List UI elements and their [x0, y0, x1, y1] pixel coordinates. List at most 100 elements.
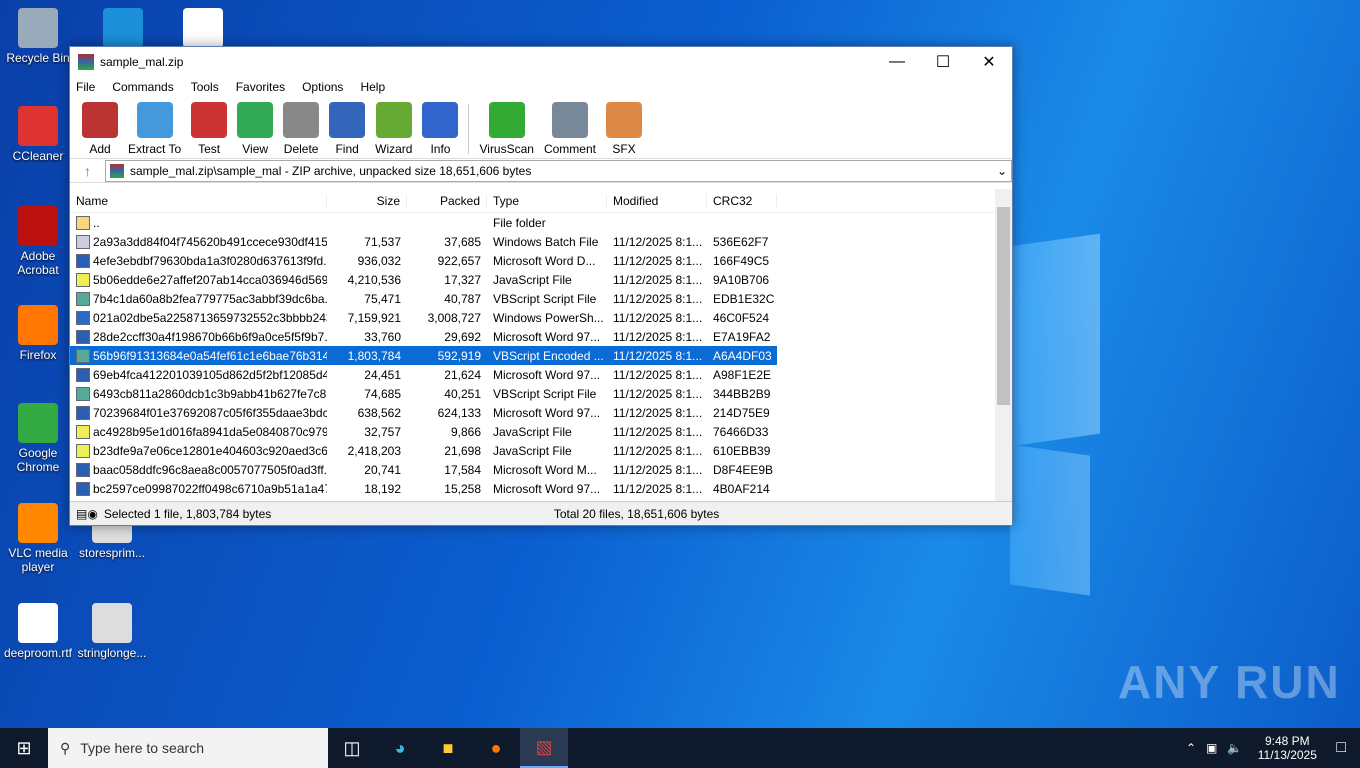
- cell-packed: 624,133: [407, 406, 487, 420]
- info-button[interactable]: Info: [422, 102, 458, 158]
- cell-crc32: 46C0F524: [707, 311, 777, 325]
- toolbar-label: View: [242, 142, 268, 156]
- minimize-button[interactable]: —: [874, 53, 920, 71]
- cell-packed: 592,919: [407, 349, 487, 363]
- cell-type: JavaScript File: [487, 425, 607, 439]
- add-button[interactable]: Add: [82, 102, 118, 158]
- file-row[interactable]: 56b96f91313684e0a54fef61c1e6bae76b314...…: [70, 346, 777, 365]
- file-row[interactable]: 4efe3ebdbf79630bda1a3f0280d637613f9fd...…: [70, 251, 1012, 270]
- cell-text: 936,032: [358, 254, 401, 268]
- scrollbar-thumb[interactable]: [997, 207, 1010, 405]
- comment-button[interactable]: Comment: [544, 102, 596, 158]
- wizard-button[interactable]: Wizard: [375, 102, 412, 158]
- file-row[interactable]: 28de2ccff30a4f198670b66b6f9a0ce5f5f9b7..…: [70, 327, 1012, 346]
- file-row[interactable]: 69eb4fca412201039105d862d5f2bf12085d4...…: [70, 365, 1012, 384]
- column-header-modified[interactable]: Modified: [607, 194, 707, 208]
- file-row[interactable]: 6493cb811a2860dcb1c3b9abb41b627fe7c8...7…: [70, 384, 1012, 403]
- column-header-name[interactable]: Name: [70, 194, 327, 208]
- close-button[interactable]: ✕: [966, 52, 1012, 72]
- menu-favorites[interactable]: Favorites: [236, 80, 285, 94]
- find-button[interactable]: Find: [329, 102, 365, 158]
- column-header-type[interactable]: Type: [487, 194, 607, 208]
- desktop-icon-label: Google Chrome: [0, 446, 76, 474]
- cell-text: 75,471: [364, 292, 401, 306]
- menu-commands[interactable]: Commands: [112, 80, 173, 94]
- search-box[interactable]: ⚲Type here to search: [48, 728, 328, 768]
- file-row[interactable]: 5b06edde6e27affef207ab14cca036946d569...…: [70, 270, 1012, 289]
- up-arrow-icon[interactable]: ↑: [84, 163, 91, 179]
- extract-to-button[interactable]: Extract To: [128, 102, 181, 158]
- file-row[interactable]: b23dfe9a7e06ce12801e404603c920aed3c6e...…: [70, 441, 1012, 460]
- cell-text: 21,624: [444, 368, 481, 382]
- menu-tools[interactable]: Tools: [191, 80, 219, 94]
- menu-help[interactable]: Help: [360, 80, 385, 94]
- cell-size: 71,537: [327, 235, 407, 249]
- cell-text: 624,133: [438, 406, 481, 420]
- network-icon[interactable]: ▣: [1206, 741, 1217, 755]
- desktop-icon[interactable]: Google Chrome: [0, 403, 76, 474]
- desktop-icon[interactable]: deeproom.rtf: [0, 603, 76, 660]
- firefox-icon[interactable]: ●: [472, 728, 520, 768]
- cell-name: bc2597ce09987022ff0498c6710a9b51a1a47...: [70, 482, 327, 496]
- file-row[interactable]: 2a93a3dd84f04f745620b491ccece930df415...…: [70, 232, 1012, 251]
- cell-modified: 11/12/2025 8:1...: [607, 482, 707, 496]
- cell-size: 936,032: [327, 254, 407, 268]
- desktop-icon-image: [183, 8, 223, 48]
- file-row[interactable]: 7b4c1da60a8b2fea779775ac3abbf39dc6ba...7…: [70, 289, 1012, 308]
- file-type-icon: [76, 216, 90, 230]
- desktop-icon[interactable]: Firefox: [0, 305, 76, 362]
- cell-text: 17,327: [444, 273, 481, 287]
- search-placeholder: Type here to search: [80, 740, 204, 756]
- cell-size: 2,418,203: [327, 444, 407, 458]
- file-row[interactable]: ac4928b95e1d016fa8941da5e0840870c9798...…: [70, 422, 1012, 441]
- task-view-icon[interactable]: ◫: [328, 728, 376, 768]
- desktop-icon[interactable]: stringlonge...: [74, 603, 150, 660]
- status-bar: ▤◉ Selected 1 file, 1,803,784 bytes Tota…: [70, 501, 1012, 525]
- start-button[interactable]: ⊞: [0, 728, 48, 768]
- clock[interactable]: 9:48 PM 11/13/2025: [1252, 734, 1322, 762]
- file-explorer-icon[interactable]: ■: [424, 728, 472, 768]
- winrar-taskbar-icon[interactable]: ▧: [520, 728, 568, 768]
- test-icon: [191, 102, 227, 138]
- column-header-packed[interactable]: Packed: [407, 194, 487, 208]
- cell-text: 11/12/2025 8:1...: [613, 273, 702, 287]
- menu-file[interactable]: File: [76, 80, 95, 94]
- desktop-icon[interactable]: Recycle Bin: [0, 8, 76, 65]
- view-button[interactable]: View: [237, 102, 273, 158]
- menu-options[interactable]: Options: [302, 80, 343, 94]
- chevron-down-icon[interactable]: ⌄: [997, 164, 1007, 178]
- column-header-crc32[interactable]: CRC32: [707, 194, 777, 208]
- cell-size: 18,192: [327, 482, 407, 496]
- delete-button[interactable]: Delete: [283, 102, 319, 158]
- test-button[interactable]: Test: [191, 102, 227, 158]
- vertical-scrollbar[interactable]: [995, 189, 1012, 501]
- volume-icon[interactable]: 🔈: [1227, 741, 1242, 755]
- cell-text: baac058ddfc96c8aea8c0057077505f0ad3ff...: [93, 463, 327, 477]
- path-field[interactable]: sample_mal.zip\sample_mal - ZIP archive,…: [105, 160, 1012, 182]
- file-row[interactable]: 021a02dbe5a2258713659732552c3bbbb243...7…: [70, 308, 1012, 327]
- cell-name: baac058ddfc96c8aea8c0057077505f0ad3ff...: [70, 463, 327, 477]
- edge-icon[interactable]: ◕: [376, 728, 424, 768]
- edge-desktop-icon[interactable]: [85, 8, 161, 51]
- cell-text: 4B0AF214: [713, 482, 770, 496]
- add-icon: [82, 102, 118, 138]
- file-row[interactable]: ..File folder: [70, 213, 1012, 232]
- word-desktop-icon[interactable]: [165, 8, 241, 51]
- maximize-button[interactable]: ☐: [920, 52, 966, 72]
- cell-name: 56b96f91313684e0a54fef61c1e6bae76b314...: [70, 349, 327, 363]
- notifications-icon[interactable]: □: [1336, 739, 1346, 757]
- file-row[interactable]: 70239684f01e37692087c05f6f355daae3bdc...…: [70, 403, 1012, 422]
- desktop-icon[interactable]: Adobe Acrobat: [0, 206, 76, 277]
- cell-text: 46C0F524: [713, 311, 769, 325]
- chevron-up-icon[interactable]: ⌃: [1186, 741, 1196, 755]
- sfx-button[interactable]: SFX: [606, 102, 642, 158]
- desktop-icon[interactable]: CCleaner: [0, 106, 76, 163]
- desktop-icon[interactable]: VLC media player: [0, 503, 76, 574]
- file-row[interactable]: baac058ddfc96c8aea8c0057077505f0ad3ff...…: [70, 460, 1012, 479]
- column-header-size[interactable]: Size: [327, 194, 407, 208]
- virusscan-button[interactable]: VirusScan: [479, 102, 533, 158]
- path-text: sample_mal.zip\sample_mal - ZIP archive,…: [130, 164, 997, 178]
- file-type-icon: [76, 368, 90, 382]
- file-row[interactable]: bc2597ce09987022ff0498c6710a9b51a1a47...…: [70, 479, 1012, 498]
- cell-text: 1,803,784: [348, 349, 401, 363]
